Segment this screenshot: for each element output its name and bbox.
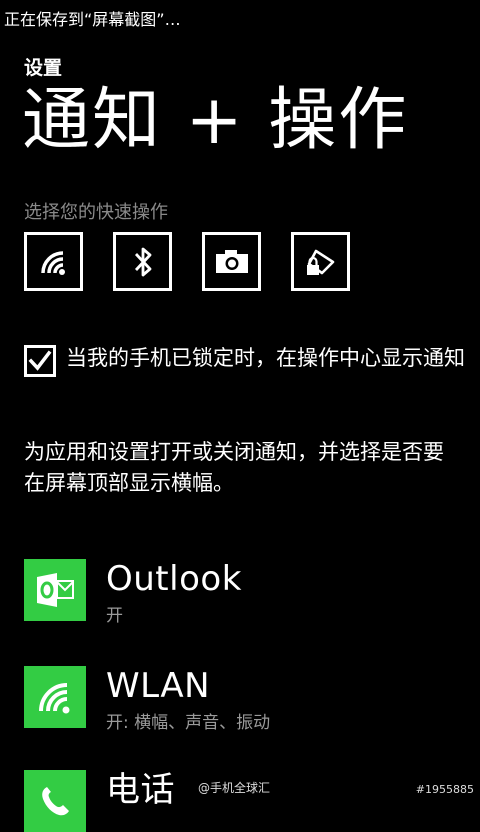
lock-notification-label: 当我的手机已锁定时，在操作中心显示通知 <box>66 346 465 370</box>
app-name: 电话 <box>106 770 175 810</box>
wifi-icon <box>40 250 65 275</box>
app-name: WLAN <box>106 666 211 706</box>
app-icon-tile <box>24 666 86 728</box>
app-item-outlook[interactable]: Outlook 开 <box>24 559 242 626</box>
bluetooth-icon <box>134 247 151 276</box>
quick-actions-row <box>24 232 350 291</box>
source-watermark: @手机全球汇 <box>198 781 271 795</box>
app-status: 开 <box>106 606 123 626</box>
id-watermark: #1955885 <box>415 783 474 796</box>
quick-action-rotation-lock[interactable] <box>291 232 350 291</box>
outlook-icon <box>37 573 74 607</box>
quick-action-camera[interactable] <box>202 232 261 291</box>
quick-action-bluetooth[interactable] <box>113 232 172 291</box>
page-title: 通知 + 操作 <box>22 81 409 160</box>
app-item-wlan[interactable]: WLAN 开: 横幅、声音、振动 <box>24 666 270 733</box>
status-bar-text: 正在保存到“屏幕截图”… <box>4 10 181 29</box>
app-name: Outlook <box>106 559 242 599</box>
app-icon-tile <box>24 770 86 832</box>
quick-action-wifi[interactable] <box>24 232 83 291</box>
checkmark-icon <box>28 350 52 371</box>
phone-icon <box>42 787 69 816</box>
wifi-icon <box>39 683 70 714</box>
notification-description: 为应用和设置打开或关闭通知，并选择是否要在屏幕顶部显示横幅。 <box>24 440 444 495</box>
rotation-lock-icon <box>306 249 334 275</box>
quick-actions-label: 选择您的快速操作 <box>24 202 168 223</box>
lock-notification-setting[interactable]: 当我的手机已锁定时，在操作中心显示通知 <box>24 345 466 377</box>
lock-notification-checkbox[interactable] <box>24 345 56 377</box>
camera-icon <box>215 249 248 273</box>
app-status: 开: 横幅、声音、振动 <box>106 713 271 733</box>
app-icon-tile <box>24 559 86 621</box>
app-item-phone[interactable]: 电话 <box>24 770 175 832</box>
